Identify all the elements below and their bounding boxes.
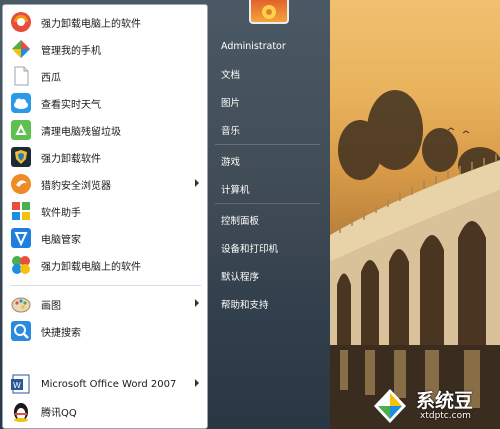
cheetah-browser-icon bbox=[9, 172, 33, 196]
pc-manager-shield-icon bbox=[9, 226, 33, 250]
program-item-uninstall[interactable]: 强力卸载电脑上的软件 bbox=[7, 9, 205, 35]
system-links-divider bbox=[215, 203, 320, 204]
program-label: 管理我的手机 bbox=[41, 45, 101, 57]
program-label: 画图 bbox=[41, 300, 61, 312]
program-label: 猎豹安全浏览器 bbox=[41, 180, 111, 192]
program-item-phone-manager[interactable]: 管理我的手机 bbox=[7, 36, 205, 62]
system-link-label: 音乐 bbox=[221, 126, 241, 137]
submenu-arrow-icon bbox=[195, 299, 199, 307]
program-item-qq[interactable]: 腾讯QQ bbox=[7, 398, 205, 424]
system-link-games[interactable]: 游戏 bbox=[215, 150, 325, 172]
program-item-uninstall-software[interactable]: 强力卸载软件 bbox=[7, 144, 205, 170]
system-link-label: 帮助和支持 bbox=[221, 300, 269, 311]
program-label: 查看实时天气 bbox=[41, 99, 101, 111]
program-item-weather[interactable]: 查看实时天气 bbox=[7, 90, 205, 116]
program-label: 西瓜 bbox=[41, 72, 61, 84]
system-link-help-support[interactable]: 帮助和支持 bbox=[215, 293, 325, 315]
recycle-icon bbox=[9, 118, 33, 142]
software-helper-icon bbox=[9, 199, 33, 223]
system-link-pictures[interactable]: 图片 bbox=[215, 91, 325, 113]
program-item-paint[interactable]: 画图 bbox=[7, 291, 205, 317]
program-label: 清理电脑残留垃圾 bbox=[41, 126, 121, 138]
submenu-arrow-icon bbox=[195, 379, 199, 387]
weather-cloud-icon bbox=[9, 91, 33, 115]
qq-penguin-icon bbox=[9, 399, 33, 423]
pinwheel-icon bbox=[9, 253, 33, 277]
system-link-label: 默认程序 bbox=[221, 272, 260, 283]
uninstall-shield-icon bbox=[9, 145, 33, 169]
program-item-cleaner[interactable]: 清理电脑残留垃圾 bbox=[7, 117, 205, 143]
program-item-software-helper[interactable]: 软件助手 bbox=[7, 198, 205, 224]
watermark-subtitle: xtdptc.com bbox=[420, 411, 471, 421]
system-link-default-programs[interactable]: 默认程序 bbox=[215, 265, 325, 287]
start-menu: 强力卸载电脑上的软件 管理我的手机 西瓜 查看实时天气 清理电脑残留垃圾 强力卸… bbox=[0, 0, 330, 429]
program-item-word-2007[interactable]: W Microsoft Office Word 2007 bbox=[7, 371, 205, 397]
program-list-panel: 强力卸载电脑上的软件 管理我的手机 西瓜 查看实时天气 清理电脑残留垃圾 强力卸… bbox=[2, 4, 208, 429]
program-label: Microsoft Office Word 2007 bbox=[41, 378, 177, 390]
system-link-label: 控制面板 bbox=[221, 216, 260, 227]
system-link-user[interactable]: Administrator bbox=[215, 35, 325, 57]
program-label: 强力卸载软件 bbox=[41, 153, 101, 165]
system-link-label: 文档 bbox=[221, 70, 241, 81]
program-item-pc-manager[interactable]: 电脑管家 bbox=[7, 225, 205, 251]
blank-document-icon bbox=[9, 64, 33, 88]
system-link-label: 设备和打印机 bbox=[221, 244, 279, 255]
system-link-computer[interactable]: 计算机 bbox=[215, 178, 325, 200]
paint-palette-icon bbox=[9, 292, 33, 316]
word-icon: W bbox=[9, 372, 33, 396]
program-label: 快捷搜索 bbox=[41, 327, 81, 339]
watermark-logo-icon bbox=[374, 388, 406, 423]
watermark-title: 系统豆 bbox=[416, 390, 474, 412]
system-link-devices-printers[interactable]: 设备和打印机 bbox=[215, 237, 325, 259]
program-label: 腾讯QQ bbox=[41, 407, 77, 419]
submenu-arrow-icon bbox=[195, 179, 199, 187]
system-link-control-panel[interactable]: 控制面板 bbox=[215, 209, 325, 231]
system-link-music[interactable]: 音乐 bbox=[215, 119, 325, 141]
phone-manager-icon bbox=[9, 37, 33, 61]
program-list-divider bbox=[11, 285, 201, 286]
system-link-label: Administrator bbox=[221, 40, 286, 52]
program-item-cheetah-browser[interactable]: 猎豹安全浏览器 bbox=[7, 171, 205, 197]
watermark: 系统豆 xtdptc.com bbox=[370, 382, 500, 429]
program-label: 软件助手 bbox=[41, 207, 81, 219]
search-magnifier-icon bbox=[9, 319, 33, 343]
program-item-xigua[interactable]: 西瓜 bbox=[7, 63, 205, 89]
uninstall-globe-icon bbox=[9, 10, 33, 34]
program-item-uninstall-2[interactable]: 强力卸载电脑上的软件 bbox=[7, 252, 205, 278]
system-link-label: 计算机 bbox=[221, 185, 250, 196]
system-link-label: 游戏 bbox=[221, 157, 241, 168]
system-links-divider bbox=[215, 144, 320, 145]
system-link-documents[interactable]: 文档 bbox=[215, 63, 325, 85]
program-item-quick-search[interactable]: 快捷搜索 bbox=[7, 318, 205, 344]
user-avatar[interactable] bbox=[249, 0, 289, 24]
program-label: 电脑管家 bbox=[41, 234, 81, 246]
program-label: 强力卸载电脑上的软件 bbox=[41, 261, 141, 273]
program-label: 强力卸载电脑上的软件 bbox=[41, 18, 141, 30]
svg-text:W: W bbox=[13, 381, 21, 390]
system-link-label: 图片 bbox=[221, 98, 241, 109]
